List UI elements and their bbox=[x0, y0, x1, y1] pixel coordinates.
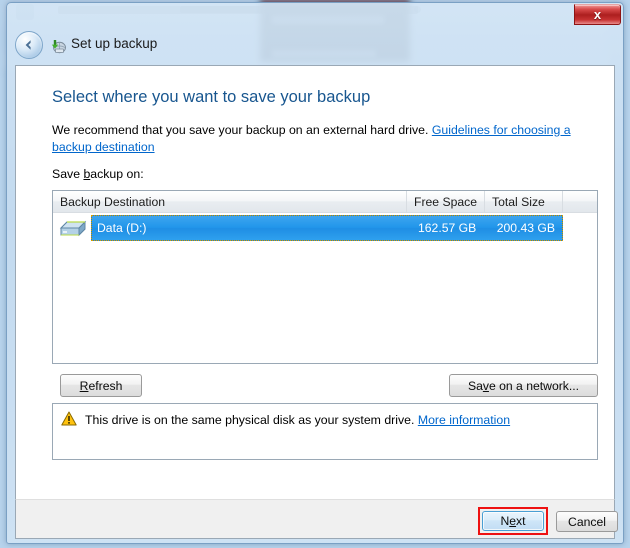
warning-message-text: This drive is on the same physical disk … bbox=[85, 413, 418, 427]
row-selection[interactable]: Data (D:) 162.57 GB 200.43 GB bbox=[91, 215, 563, 241]
navigation-bar: Set up backup bbox=[7, 27, 623, 65]
recommendation-text: We recommend that you save your backup o… bbox=[52, 122, 598, 156]
save-label-prefix: Save bbox=[52, 167, 84, 181]
set-up-backup-dialog: x Set up backup Select where you want to… bbox=[6, 2, 624, 544]
content-panel: Select where you want to save your backu… bbox=[15, 65, 615, 499]
refresh-label-accelerator: R bbox=[79, 378, 89, 393]
cell-backup-destination: Data (D:) bbox=[97, 221, 147, 235]
title-bar: x bbox=[7, 3, 623, 27]
page-title: Select where you want to save your backu… bbox=[52, 88, 371, 106]
backup-destination-list[interactable]: Backup Destination Free Space Total Size bbox=[52, 190, 598, 364]
warning-row: This drive is on the same physical disk … bbox=[61, 411, 510, 431]
recommendation-prefix: We recommend that you save your backup o… bbox=[52, 123, 432, 137]
window-title: Set up backup bbox=[71, 36, 158, 51]
cancel-button[interactable]: Cancel bbox=[556, 511, 618, 532]
column-header-blank[interactable] bbox=[563, 191, 597, 212]
warning-message: This drive is on the same physical disk … bbox=[85, 411, 510, 428]
refresh-button[interactable]: Refresh bbox=[60, 374, 142, 397]
next-label-accelerator: e bbox=[509, 514, 517, 528]
cell-total-size: 200.43 GB bbox=[496, 221, 556, 235]
save-label-suffix: ackup on: bbox=[90, 167, 144, 181]
save-on-network-button[interactable]: Sa v e on a network... bbox=[449, 374, 598, 397]
column-header-total-size[interactable]: Total Size bbox=[485, 191, 563, 212]
network-label-prefix: Sa bbox=[467, 378, 483, 393]
next-button[interactable]: Ne xt bbox=[482, 511, 544, 531]
hard-disk-icon bbox=[55, 214, 91, 242]
list-header-row: Backup Destination Free Space Total Size bbox=[53, 191, 597, 213]
next-label-prefix: N bbox=[500, 514, 510, 528]
next-label-suffix: xt bbox=[516, 514, 526, 528]
warning-panel: This drive is on the same physical disk … bbox=[52, 403, 598, 460]
back-arrow-icon[interactable] bbox=[15, 31, 43, 59]
backup-disk-icon bbox=[49, 36, 67, 54]
table-row[interactable]: Data (D:) 162.57 GB 200.43 GB bbox=[53, 213, 597, 243]
save-backup-on-label: Save backup on: bbox=[52, 167, 144, 181]
column-header-backup-destination[interactable]: Backup Destination bbox=[53, 191, 407, 212]
cell-free-space: 162.57 GB bbox=[418, 221, 477, 235]
column-header-free-space[interactable]: Free Space bbox=[407, 191, 485, 212]
dialog-footer: Ne xt Cancel bbox=[15, 499, 618, 539]
warning-triangle-icon bbox=[61, 411, 77, 431]
network-label-suffix: e on a network... bbox=[488, 378, 580, 393]
close-icon[interactable]: x bbox=[574, 4, 621, 25]
more-information-link[interactable]: More information bbox=[418, 413, 510, 427]
refresh-label-suffix: efresh bbox=[88, 378, 123, 393]
